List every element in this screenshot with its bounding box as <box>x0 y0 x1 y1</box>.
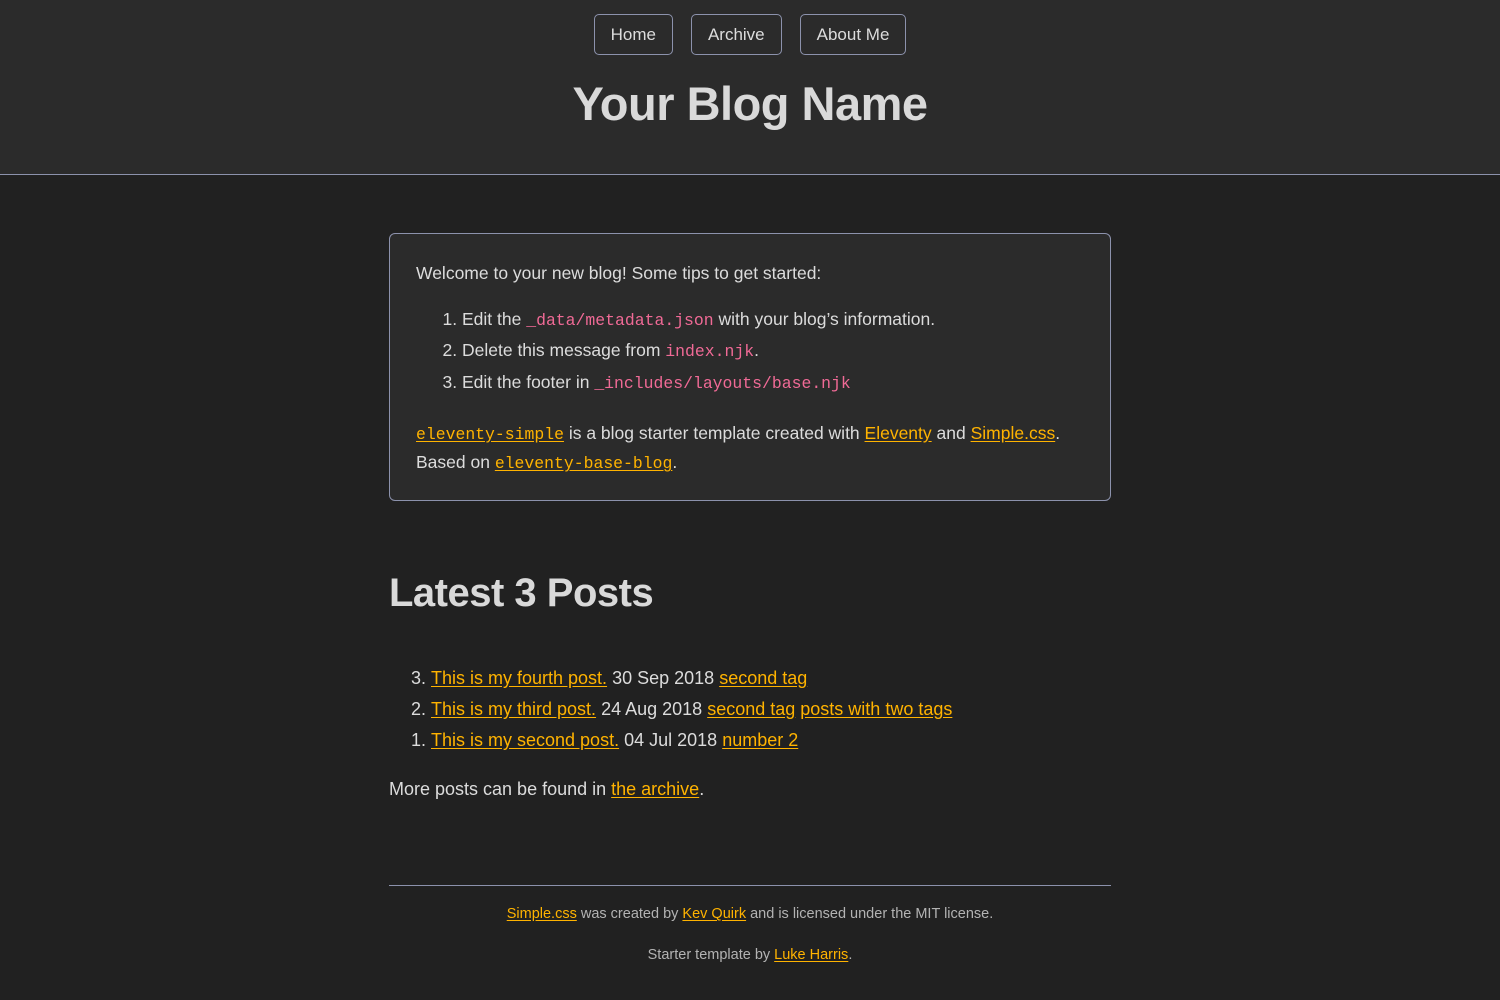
tip-item: Edit the _data/metadata.json with your b… <box>462 306 1084 334</box>
tip-item: Delete this message from index.njk. <box>462 337 1084 365</box>
post-tag-link[interactable]: posts with two tags <box>800 699 952 719</box>
post-list-item: This is my third post. 24 Aug 2018 secon… <box>431 696 1111 723</box>
site-title: Your Blog Name <box>572 77 928 130</box>
footer-template-line: Starter template by Luke Harris. <box>389 945 1111 967</box>
tip-text-before: Edit the footer in <box>462 372 595 393</box>
more-posts-text-before: More posts can be found in <box>389 779 612 800</box>
tip-item: Edit the footer in _includes/layouts/bas… <box>462 369 1084 397</box>
credits-text-4: . <box>672 452 678 473</box>
archive-link[interactable]: the archive <box>611 779 699 799</box>
posts-heading: Latest 3 Posts <box>389 571 654 616</box>
footer-license-line: Simple.css was created by Kev Quirk and … <box>389 904 1111 926</box>
tip-text-after: with your blog’s information. <box>713 308 936 329</box>
link-eleventy[interactable]: Eleventy <box>865 423 932 443</box>
welcome-box: Welcome to your new blog! Some tips to g… <box>389 232 1111 502</box>
tip-code: _includes/layouts/base.njk <box>594 374 851 394</box>
footer-text-2: and is licensed under the MIT license. <box>746 906 994 923</box>
link-eleventy-base-blog[interactable]: eleventy-base-blog <box>495 454 673 473</box>
post-list-item: This is my second post. 04 Jul 2018 numb… <box>431 727 1111 754</box>
footer-link-luke-harris[interactable]: Luke Harris <box>774 947 848 963</box>
tips-list: Edit the _data/metadata.json with your b… <box>416 306 1084 397</box>
nav-home[interactable]: Home <box>593 14 673 55</box>
post-list-item: This is my fourth post. 30 Sep 2018 seco… <box>431 665 1111 692</box>
more-posts-paragraph: More posts can be found in the archive. <box>389 776 1111 803</box>
credits-text-1: is a blog starter template created with <box>563 422 865 443</box>
nav-archive[interactable]: Archive <box>690 14 782 55</box>
tip-code: _data/metadata.json <box>526 310 714 330</box>
credits-paragraph: eleventy-simple is a blog starter templa… <box>416 419 1084 478</box>
nav-about-me[interactable]: About Me <box>799 14 907 55</box>
site-footer: Simple.css was created by Kev Quirk and … <box>389 886 1111 967</box>
footer-link-kev-quirk[interactable]: Kev Quirk <box>682 906 746 922</box>
footer-text-4: . <box>848 946 853 963</box>
post-date: 04 Jul 2018 <box>624 730 718 751</box>
tip-text-before: Edit the <box>462 308 527 329</box>
post-tag-link[interactable]: number 2 <box>722 730 798 750</box>
post-date: 24 Aug 2018 <box>601 699 703 720</box>
post-title-link[interactable]: This is my fourth post. <box>431 668 607 688</box>
welcome-intro: Welcome to your new blog! Some tips to g… <box>416 262 822 283</box>
post-title-link[interactable]: This is my third post. <box>431 699 596 719</box>
tip-text-before: Delete this message from <box>462 340 666 361</box>
tip-code: index.njk <box>665 342 755 362</box>
site-nav: Home Archive About Me <box>0 14 1500 55</box>
credits-text-2: and <box>931 422 971 443</box>
link-eleventy-simple[interactable]: eleventy-simple <box>416 425 564 444</box>
more-posts-text-after: . <box>699 779 705 800</box>
post-list: This is my fourth post. 30 Sep 2018 seco… <box>389 665 1111 754</box>
footer-link-simple-css[interactable]: Simple.css <box>507 906 577 922</box>
post-tag-link[interactable]: second tag <box>707 699 795 719</box>
tip-text-after: . <box>754 340 759 361</box>
site-header: Home Archive About Me Your Blog Name <box>0 0 1500 175</box>
post-date: 30 Sep 2018 <box>612 668 715 689</box>
link-simple-css[interactable]: Simple.css <box>971 423 1056 443</box>
footer-text-3: Starter template by <box>647 946 775 963</box>
main-content: Welcome to your new blog! Some tips to g… <box>389 175 1111 887</box>
post-tag-link[interactable]: second tag <box>719 668 807 688</box>
post-title-link[interactable]: This is my second post. <box>431 730 619 750</box>
footer-text-1: was created by <box>576 906 683 923</box>
